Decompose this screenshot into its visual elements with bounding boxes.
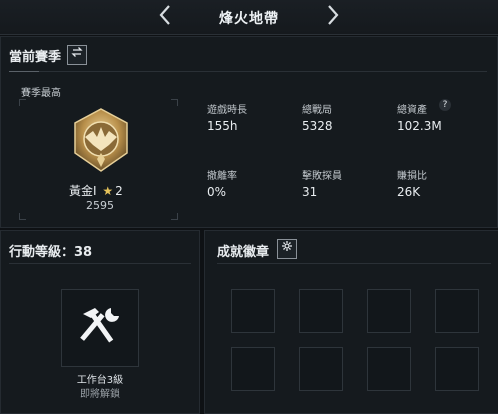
achievement-slot[interactable]	[435, 289, 479, 333]
page-title: 烽火地帶	[219, 11, 279, 27]
workbench-status: 即將解鎖	[80, 389, 120, 400]
gear-icon[interactable]	[277, 239, 297, 259]
stat-value-kills: 31	[302, 185, 318, 199]
divider	[9, 263, 191, 264]
stat-value-matches: 5328	[302, 119, 333, 133]
stat-label-profit-ratio: 賺損比	[397, 171, 427, 182]
divider	[9, 71, 39, 72]
stat-label-playtime: 遊戲時長	[207, 105, 247, 116]
workbench-name: 工作台3級	[76, 375, 124, 386]
swap-icon[interactable]	[67, 45, 87, 65]
stat-value-playtime: 155h	[207, 119, 238, 133]
achievement-slot[interactable]	[231, 347, 275, 391]
achievements-panel: 成就徽章	[204, 230, 498, 414]
achievement-slot[interactable]	[367, 289, 411, 333]
hammer-wrench-icon	[77, 304, 123, 350]
frame-corner	[171, 213, 178, 220]
rank-badge-icon	[71, 107, 131, 175]
stat-value-profit-ratio: 26K	[397, 185, 421, 199]
action-level-panel: 行動等級：38 工作台3級 即將解鎖	[0, 230, 200, 414]
top-bar: 烽火地帶	[0, 0, 498, 35]
divider	[39, 71, 487, 72]
frame-corner	[171, 99, 178, 106]
help-icon[interactable]: ?	[439, 99, 451, 111]
stat-value-extract-rate: 0%	[207, 185, 227, 199]
season-best-label: 賽季最高	[21, 88, 61, 99]
rank-name: 黃金I	[69, 184, 97, 198]
achievements-title: 成就徽章	[217, 245, 270, 260]
rank-line: 黃金I ★ 2	[69, 182, 123, 199]
frame-corner	[19, 213, 26, 220]
season-panel: 當前賽季 賽季最高 黃金I ★ 2 2595 遊戲時長 155h 總戰局 532…	[0, 36, 498, 228]
season-title: 當前賽季	[9, 50, 62, 65]
achievement-slot[interactable]	[299, 347, 343, 391]
stat-label-assets: 總資產	[397, 105, 427, 116]
divider	[217, 263, 491, 264]
rank-score: 2595	[86, 199, 114, 212]
workbench-tile[interactable]	[61, 289, 139, 367]
achievement-slot[interactable]	[367, 347, 411, 391]
rank-star-count: 2	[115, 184, 123, 198]
star-icon: ★	[102, 184, 114, 198]
frame-corner	[19, 99, 26, 106]
stat-label-kills: 擊敗探員	[302, 171, 342, 182]
stat-label-matches: 總戰局	[302, 105, 332, 116]
chevron-right-icon[interactable]	[322, 4, 344, 30]
achievement-slot[interactable]	[231, 289, 275, 333]
achievement-slot[interactable]	[299, 289, 343, 333]
action-level-title: 行動等級：38	[9, 245, 93, 260]
achievement-slot[interactable]	[435, 347, 479, 391]
stat-value-assets: 102.3M	[397, 119, 442, 133]
stat-label-extract-rate: 撤離率	[207, 171, 237, 182]
